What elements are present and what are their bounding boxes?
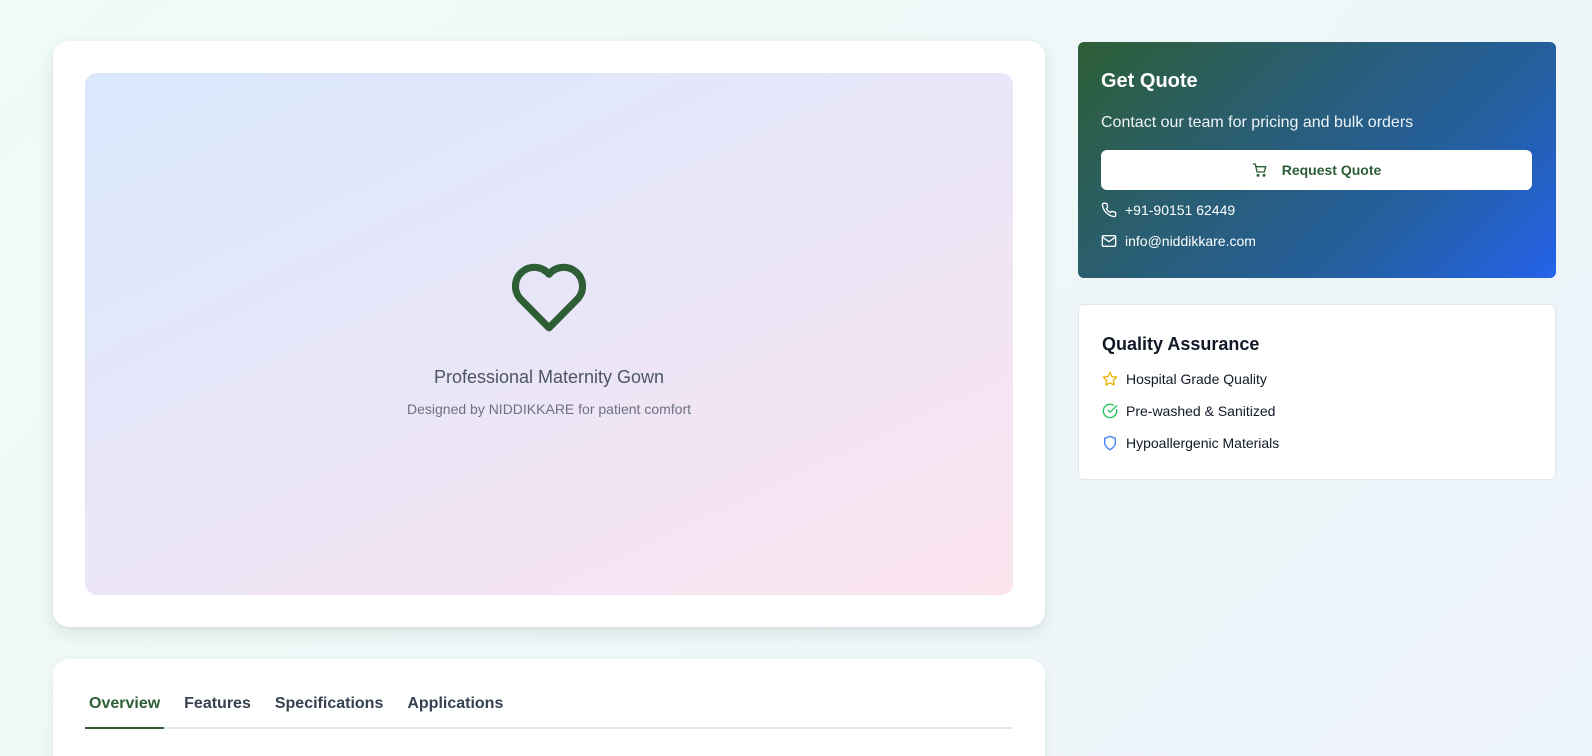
quality-item: Pre-washed & Sanitized bbox=[1102, 403, 1275, 419]
email-contact[interactable]: info@niddikkare.com bbox=[1101, 233, 1256, 249]
phone-icon bbox=[1101, 202, 1117, 218]
details-card: Overview Features Specifications Applica… bbox=[53, 659, 1045, 756]
quality-item-label: Hospital Grade Quality bbox=[1126, 371, 1267, 387]
quality-assurance-card: Quality Assurance Hospital Grade Quality… bbox=[1078, 304, 1556, 480]
quality-title: Quality Assurance bbox=[1102, 334, 1260, 354]
heart-icon bbox=[511, 263, 587, 332]
tab-features[interactable]: Features bbox=[180, 695, 255, 729]
quote-subtitle: Contact our team for pricing and bulk or… bbox=[1101, 114, 1414, 131]
phone-number: +91-90151 62449 bbox=[1125, 202, 1236, 218]
product-name: Professional Maternity Gown bbox=[433, 367, 665, 387]
quality-item-label: Hypoallergenic Materials bbox=[1126, 435, 1280, 451]
quality-item: Hospital Grade Quality bbox=[1102, 371, 1267, 387]
tab-applications[interactable]: Applications bbox=[403, 695, 507, 729]
cart-icon bbox=[1252, 163, 1267, 177]
check-circle-icon bbox=[1102, 403, 1118, 419]
shield-icon bbox=[1104, 435, 1116, 451]
get-quote-card: Get Quote Contact our team for pricing a… bbox=[1078, 42, 1556, 278]
email-address: info@niddikkare.com bbox=[1125, 233, 1256, 249]
star-icon bbox=[1102, 371, 1118, 386]
request-quote-button[interactable]: Request Quote bbox=[1101, 150, 1532, 190]
mail-icon bbox=[1101, 235, 1117, 247]
request-quote-label: Request Quote bbox=[1281, 162, 1382, 178]
quote-title: Get Quote bbox=[1101, 70, 1198, 92]
quality-item: Hypoallergenic Materials bbox=[1102, 435, 1279, 451]
product-image-card: Professional Maternity Gown Designed by … bbox=[53, 41, 1045, 627]
phone-contact[interactable]: +91-90151 62449 bbox=[1101, 202, 1235, 218]
tab-bar: Overview Features Specifications Applica… bbox=[85, 659, 1013, 729]
tab-specifications[interactable]: Specifications bbox=[271, 695, 387, 729]
tab-overview[interactable]: Overview bbox=[85, 695, 165, 729]
product-image-placeholder: Professional Maternity Gown Designed by … bbox=[85, 73, 1013, 595]
product-tagline: Designed by NIDDIKKARE for patient comfo… bbox=[406, 401, 691, 417]
quality-item-label: Pre-washed & Sanitized bbox=[1126, 403, 1276, 419]
